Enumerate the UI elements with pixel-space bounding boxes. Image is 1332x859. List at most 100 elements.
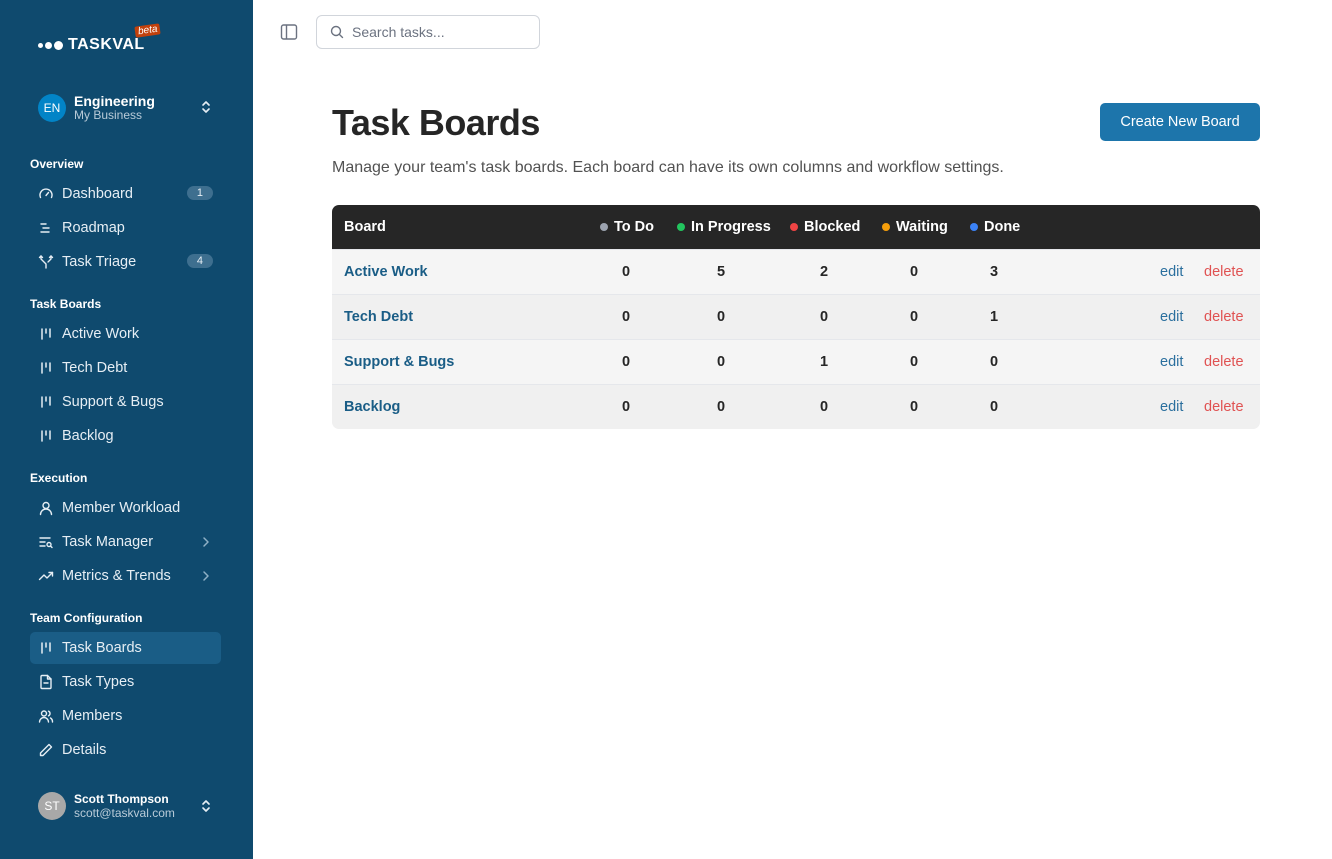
- sidebar-item-label: Roadmap: [62, 220, 125, 236]
- delete-link[interactable]: delete: [1204, 264, 1244, 280]
- edit-link[interactable]: edit: [1160, 309, 1183, 325]
- brand-name: TASKVAL: [68, 36, 145, 53]
- status-dot-icon: [677, 223, 685, 231]
- sidebar: TASKVAL beta EN Engineering My Business …: [0, 0, 253, 859]
- board-icon: [38, 394, 54, 410]
- count-waiting: 0: [909, 354, 919, 370]
- sidebar-item-support-bugs[interactable]: Support & Bugs: [30, 386, 221, 418]
- count-done: 0: [989, 354, 999, 370]
- edit-link[interactable]: edit: [1160, 264, 1183, 280]
- sidebar-item-dashboard[interactable]: Dashboard 1: [30, 178, 221, 210]
- column-label: Blocked: [804, 219, 861, 235]
- chevron-up-down-icon: [202, 101, 210, 113]
- count-blocked: 2: [819, 264, 829, 280]
- status-dot-icon: [882, 223, 890, 231]
- section-title-task-boards: Task Boards: [30, 297, 102, 311]
- section-title-team-configuration: Team Configuration: [30, 611, 143, 625]
- count-todo: 0: [621, 309, 631, 325]
- sidebar-item-backlog[interactable]: Backlog: [30, 420, 221, 452]
- delete-link[interactable]: delete: [1204, 399, 1244, 415]
- roadmap-icon: [38, 220, 54, 236]
- table-header: Board To Do In Progress Blocked Waiting …: [332, 205, 1260, 249]
- table-row: Tech Debt 0 0 0 0 1 edit delete: [332, 294, 1260, 339]
- app-logo[interactable]: TASKVAL beta: [38, 23, 162, 54]
- table-row: Support & Bugs 0 0 1 0 0 edit delete: [332, 339, 1260, 384]
- sidebar-item-roadmap[interactable]: Roadmap: [30, 212, 221, 244]
- count-waiting: 0: [909, 264, 919, 280]
- search-box[interactable]: [316, 15, 540, 49]
- board-link[interactable]: Backlog: [344, 399, 400, 415]
- sidebar-item-metrics-trends[interactable]: Metrics & Trends: [30, 560, 221, 592]
- sidebar-item-label: Task Boards: [62, 640, 142, 656]
- logo-dots-icon: [38, 40, 63, 50]
- count-in-progress: 0: [716, 399, 726, 415]
- sidebar-item-label: Support & Bugs: [62, 394, 164, 410]
- user-icon: [38, 500, 54, 516]
- board-link[interactable]: Support & Bugs: [344, 354, 454, 370]
- board-link[interactable]: Tech Debt: [344, 309, 413, 325]
- split-icon: [38, 254, 54, 270]
- sidebar-item-tech-debt[interactable]: Tech Debt: [30, 352, 221, 384]
- section-title-overview: Overview: [30, 157, 84, 171]
- edit-link[interactable]: edit: [1160, 354, 1183, 370]
- count-todo: 0: [621, 354, 631, 370]
- gauge-icon: [38, 186, 54, 202]
- count-done: 0: [989, 399, 999, 415]
- sidebar-item-label: Members: [62, 708, 123, 724]
- list-search-icon: [38, 534, 54, 550]
- workspace-subtitle: My Business: [74, 108, 143, 123]
- sidebar-item-label: Task Types: [62, 674, 135, 690]
- sidebar-item-task-boards[interactable]: Task Boards: [30, 632, 221, 664]
- workspace-avatar: EN: [38, 94, 66, 122]
- delete-link[interactable]: delete: [1204, 354, 1244, 370]
- user-menu[interactable]: ST Scott Thompson scott@taskval.com: [38, 791, 218, 821]
- beta-badge: beta: [134, 23, 162, 38]
- sidebar-item-label: Metrics & Trends: [62, 568, 171, 584]
- count-blocked: 0: [819, 399, 829, 415]
- sidebar-item-details[interactable]: Details: [30, 734, 221, 766]
- sidebar-item-members[interactable]: Members: [30, 700, 221, 732]
- sidebar-item-label: Dashboard: [62, 186, 133, 202]
- column-header-todo: To Do: [600, 219, 654, 235]
- count-waiting: 0: [909, 309, 919, 325]
- sidebar-item-label: Member Workload: [62, 500, 181, 516]
- chevron-right-icon: [203, 537, 209, 547]
- page-description: Manage your team's task boards. Each boa…: [332, 159, 1004, 176]
- chevron-right-icon: [203, 571, 209, 581]
- edit-link[interactable]: edit: [1160, 399, 1183, 415]
- sidebar-item-label: Task Triage: [62, 254, 137, 270]
- boards-table: Board To Do In Progress Blocked Waiting …: [332, 205, 1260, 429]
- column-label: In Progress: [691, 219, 771, 235]
- chevron-up-down-icon: [202, 800, 210, 812]
- section-title-execution: Execution: [30, 471, 88, 485]
- create-new-board-button[interactable]: Create New Board: [1100, 103, 1260, 141]
- column-header-in-progress: In Progress: [677, 219, 771, 235]
- status-dot-icon: [790, 223, 798, 231]
- count-done: 1: [989, 309, 999, 325]
- column-header-blocked: Blocked: [790, 219, 860, 235]
- task-triage-count-badge: 4: [186, 254, 213, 268]
- board-link[interactable]: Active Work: [344, 264, 428, 280]
- sidebar-item-member-workload[interactable]: Member Workload: [30, 492, 221, 524]
- workspace-name: Engineering: [74, 93, 155, 110]
- board-icon: [38, 428, 54, 444]
- sidebar-item-label: Backlog: [62, 428, 114, 444]
- sidebar-toggle-icon[interactable]: [280, 23, 298, 41]
- pencil-icon: [38, 742, 54, 758]
- delete-link[interactable]: delete: [1204, 309, 1244, 325]
- sidebar-item-active-work[interactable]: Active Work: [30, 318, 221, 350]
- workspace-switcher[interactable]: EN Engineering My Business: [38, 92, 218, 124]
- count-done: 3: [989, 264, 999, 280]
- board-icon: [38, 640, 54, 656]
- sidebar-item-task-types[interactable]: Task Types: [30, 666, 221, 698]
- column-header-done: Done: [970, 219, 1020, 235]
- count-todo: 0: [621, 399, 631, 415]
- users-icon: [38, 708, 54, 724]
- sidebar-item-task-triage[interactable]: Task Triage 4: [30, 246, 221, 278]
- table-row: Active Work 0 5 2 0 3 edit delete: [332, 249, 1260, 294]
- count-in-progress: 5: [716, 264, 726, 280]
- user-email: scott@taskval.com: [74, 806, 175, 820]
- search-input[interactable]: [352, 24, 522, 40]
- sidebar-item-task-manager[interactable]: Task Manager: [30, 526, 221, 558]
- count-blocked: 1: [819, 354, 829, 370]
